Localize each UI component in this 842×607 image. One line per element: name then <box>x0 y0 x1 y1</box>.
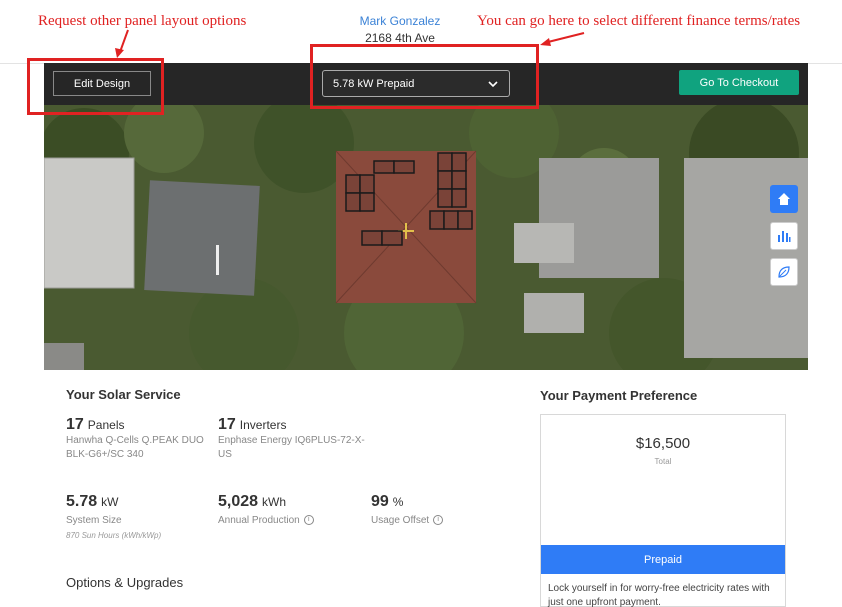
inverters-label: Inverters <box>239 418 287 432</box>
usage-offset-label: Usage Offset <box>371 515 430 526</box>
usage-offset-unit: % <box>392 495 404 509</box>
inverters-stat: 17 Inverters <box>218 416 286 434</box>
usage-offset-value: 99 <box>371 493 389 510</box>
usage-offset-stat: 99% <box>371 493 403 511</box>
customer-address: 2168 4th Ave <box>365 31 435 45</box>
panels-count: 17 <box>66 416 84 433</box>
system-size-unit: kW <box>101 495 119 509</box>
system-size-stat: 5.78 kW <box>66 493 118 511</box>
home-icon <box>778 193 790 205</box>
panels-stat: 17 Panels <box>66 416 125 434</box>
inverters-model: Enphase Energy IQ6PLUS-72-X-US <box>218 435 365 460</box>
payment-preference-title: Your Payment Preference <box>540 388 698 403</box>
go-to-checkout-button[interactable]: Go To Checkout <box>679 70 799 95</box>
panels-label: Panels <box>87 418 125 432</box>
annotation-box-edit-design <box>27 58 164 115</box>
inverters-count: 17 <box>218 416 236 433</box>
payment-plan-label[interactable]: Prepaid <box>541 545 785 574</box>
options-upgrades-title: Options & Upgrades <box>66 575 184 590</box>
production-chart-button[interactable] <box>770 222 798 250</box>
usage-offset-label-row: Usage Offset i <box>371 514 444 528</box>
system-size-value: 5.78 <box>66 493 98 510</box>
annual-production-label: Annual Production <box>218 515 300 526</box>
payment-total-price: $16,500 <box>635 435 691 452</box>
customer-header: Mark Gonzalez 2168 4th Ave <box>340 14 460 45</box>
annotation-box-finance-select <box>310 44 539 109</box>
payment-card[interactable]: $16,500 Total Prepaid Lock yourself in f… <box>540 414 786 607</box>
system-size-label: System Size <box>66 515 122 526</box>
home-view-button[interactable] <box>770 185 798 213</box>
solar-service-title: Your Solar Service <box>66 387 181 402</box>
panels-model: Hanwha Q-Cells Q.PEAK DUO BLK-G6+/SC 340 <box>66 435 204 460</box>
annual-production-value: 5,028 <box>218 493 259 510</box>
info-icon[interactable]: i <box>303 515 314 526</box>
annual-production-stat: 5,028 kWh <box>218 493 286 511</box>
annual-production-unit: kWh <box>262 495 287 509</box>
solar-summary-section: Your Solar Service 17 Panels Hanwha Q-Cel… <box>44 370 808 607</box>
info-icon[interactable]: i <box>433 515 444 526</box>
payment-description: Lock yourself in for worry-free electric… <box>548 583 770 607</box>
leaf-icon <box>778 266 790 278</box>
bar-chart-icon <box>778 231 791 242</box>
environment-button[interactable] <box>770 258 798 286</box>
sun-hours-note: 870 Sun Hours (kWh/kWp) <box>66 531 162 540</box>
annual-production-label-row: Annual Production i <box>218 514 314 528</box>
customer-name[interactable]: Mark Gonzalez <box>340 14 460 28</box>
payment-total-label: Total <box>654 457 672 466</box>
